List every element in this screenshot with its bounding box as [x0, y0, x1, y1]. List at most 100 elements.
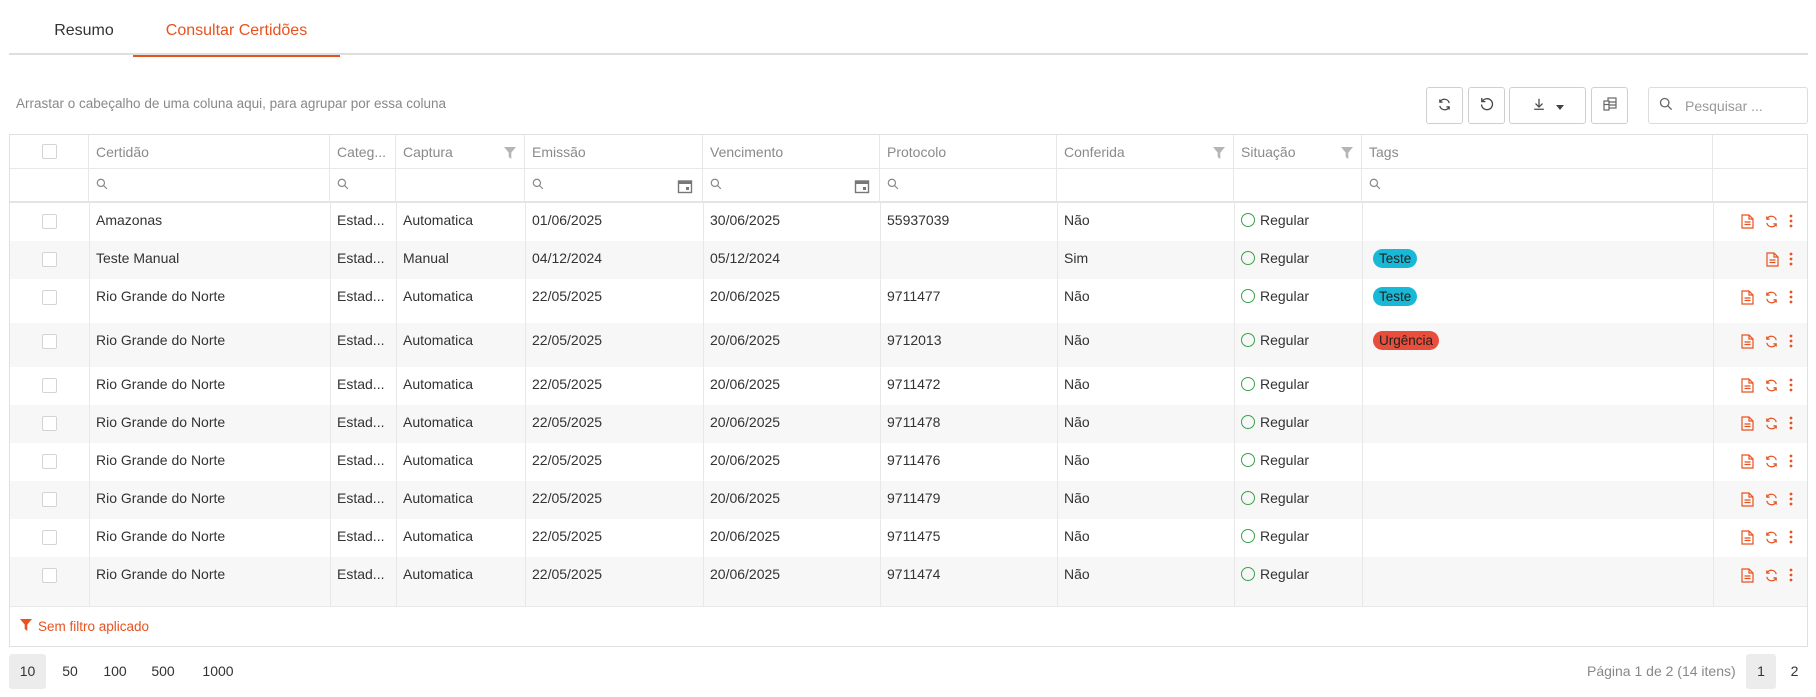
reset-layout-button[interactable] — [1468, 87, 1505, 124]
row-select[interactable] — [10, 323, 89, 367]
table-row[interactable]: Rio Grande do Norte Estad... Automatica 22/… — [10, 519, 1807, 557]
tab-resumo[interactable]: Resumo — [29, 0, 139, 55]
more-options-icon[interactable] — [1789, 568, 1793, 582]
document-icon[interactable] — [1741, 530, 1754, 545]
table-row[interactable]: Rio Grande do Norte Estad... Automatica 22/… — [10, 279, 1807, 323]
refresh-button[interactable] — [1426, 87, 1463, 124]
table-row[interactable]: Amazonas Estad... Automatica 01/06/2025 30/0… — [10, 203, 1807, 241]
refresh-icon[interactable] — [1764, 416, 1779, 431]
search-input[interactable] — [1683, 96, 1793, 115]
group-panel-hint[interactable]: Arrastar o cabeçalho de uma coluna aqui,… — [16, 96, 446, 111]
row-checkbox[interactable] — [42, 454, 57, 469]
refresh-icon[interactable] — [1764, 568, 1779, 583]
row-actions — [1713, 323, 1807, 367]
row-select[interactable] — [10, 241, 89, 279]
row-select[interactable] — [10, 203, 89, 241]
filter-protocolo[interactable] — [880, 169, 1057, 201]
filter-funnel-icon[interactable] — [504, 146, 516, 162]
table-row[interactable]: Rio Grande do Norte Estad... Automatica 22/… — [10, 323, 1807, 367]
filter-funnel-icon[interactable] — [1341, 146, 1353, 162]
document-icon[interactable] — [1766, 252, 1779, 267]
filter-certidao[interactable] — [89, 169, 330, 201]
header-certidao[interactable]: Certidão — [89, 135, 330, 168]
row-checkbox[interactable] — [42, 378, 57, 393]
page-size-100[interactable]: 100 — [94, 654, 136, 689]
header-conferida[interactable]: Conferida — [1057, 135, 1234, 168]
row-select[interactable] — [10, 519, 89, 557]
document-icon[interactable] — [1741, 454, 1754, 469]
row-checkbox[interactable] — [42, 492, 57, 507]
refresh-icon[interactable] — [1764, 378, 1779, 393]
filter-tags[interactable] — [1362, 169, 1713, 201]
tab-consultar-certidoes[interactable]: Consultar Certidões — [133, 0, 340, 57]
header-select-all[interactable] — [10, 135, 89, 168]
more-options-icon[interactable] — [1789, 252, 1793, 266]
document-icon[interactable] — [1741, 334, 1754, 349]
row-select[interactable] — [10, 443, 89, 481]
header-protocolo[interactable]: Protocolo — [880, 135, 1057, 168]
row-checkbox[interactable] — [42, 290, 57, 305]
table-row[interactable]: Teste Manual Estad... Manual 04/12/2024 05/1… — [10, 241, 1807, 279]
filter-categoria[interactable] — [330, 169, 396, 201]
page-size-50[interactable]: 50 — [52, 654, 88, 689]
table-row[interactable]: Rio Grande do Norte Estad... Automatica 22/… — [10, 443, 1807, 481]
header-emissao[interactable]: Emissão — [525, 135, 703, 168]
row-checkbox[interactable] — [42, 530, 57, 545]
row-select[interactable] — [10, 405, 89, 443]
calendar-icon[interactable] — [854, 178, 870, 197]
page-size-1000[interactable]: 1000 — [193, 654, 243, 689]
table-row[interactable]: Rio Grande do Norte Estad... Automatica 22/… — [10, 405, 1807, 443]
document-icon[interactable] — [1741, 378, 1754, 393]
table-row[interactable]: Rio Grande do Norte Estad... Automatica 22/… — [10, 367, 1807, 405]
table-row[interactable]: Rio Grande do Norte Estad... Automatica 22/… — [10, 557, 1807, 606]
more-options-icon[interactable] — [1789, 492, 1793, 506]
page-number-1[interactable]: 1 — [1746, 654, 1776, 689]
refresh-icon[interactable] — [1764, 454, 1779, 469]
filter-vencimento[interactable] — [703, 169, 880, 201]
refresh-icon[interactable] — [1764, 334, 1779, 349]
document-icon[interactable] — [1741, 568, 1754, 583]
more-options-icon[interactable] — [1789, 416, 1793, 430]
column-chooser-button[interactable] — [1591, 87, 1628, 124]
filter-funnel-icon[interactable] — [1213, 146, 1225, 162]
row-select[interactable] — [10, 481, 89, 519]
row-select[interactable] — [10, 279, 89, 323]
row-select[interactable] — [10, 557, 89, 606]
table-row[interactable]: Rio Grande do Norte Estad... Automatica 22/… — [10, 481, 1807, 519]
page-size-10[interactable]: 10 — [9, 654, 46, 689]
cell-vencimento: 30/06/2025 — [710, 212, 781, 228]
page-size-500[interactable]: 500 — [142, 654, 184, 689]
document-icon[interactable] — [1741, 416, 1754, 431]
filter-emissao[interactable] — [525, 169, 703, 201]
more-options-icon[interactable] — [1789, 378, 1793, 392]
export-dropdown-button[interactable] — [1509, 87, 1586, 124]
row-checkbox[interactable] — [42, 214, 57, 229]
row-select[interactable] — [10, 367, 89, 405]
more-options-icon[interactable] — [1789, 454, 1793, 468]
more-options-icon[interactable] — [1789, 334, 1793, 348]
row-checkbox[interactable] — [42, 334, 57, 349]
select-all-checkbox[interactable] — [41, 144, 57, 159]
header-situacao[interactable]: Situação — [1234, 135, 1362, 168]
more-options-icon[interactable] — [1789, 290, 1793, 304]
document-icon[interactable] — [1741, 214, 1754, 229]
search-box[interactable] — [1648, 87, 1808, 124]
refresh-icon[interactable] — [1764, 492, 1779, 507]
calendar-icon[interactable] — [677, 178, 693, 197]
refresh-icon[interactable] — [1764, 214, 1779, 229]
more-options-icon[interactable] — [1789, 214, 1793, 228]
row-checkbox[interactable] — [42, 568, 57, 583]
header-categoria[interactable]: Categ... — [330, 135, 396, 168]
refresh-icon[interactable] — [1764, 530, 1779, 545]
more-options-icon[interactable] — [1789, 530, 1793, 544]
document-icon[interactable] — [1741, 290, 1754, 305]
refresh-icon[interactable] — [1764, 290, 1779, 305]
header-vencimento[interactable]: Vencimento — [703, 135, 880, 168]
row-checkbox[interactable] — [42, 416, 57, 431]
header-tags[interactable]: Tags — [1362, 135, 1713, 168]
row-checkbox[interactable] — [42, 252, 57, 267]
document-icon[interactable] — [1741, 492, 1754, 507]
page-number-2[interactable]: 2 — [1781, 654, 1808, 689]
filter-status-bar[interactable]: Sem filtro aplicado — [10, 606, 1807, 646]
header-captura[interactable]: Captura — [396, 135, 525, 168]
